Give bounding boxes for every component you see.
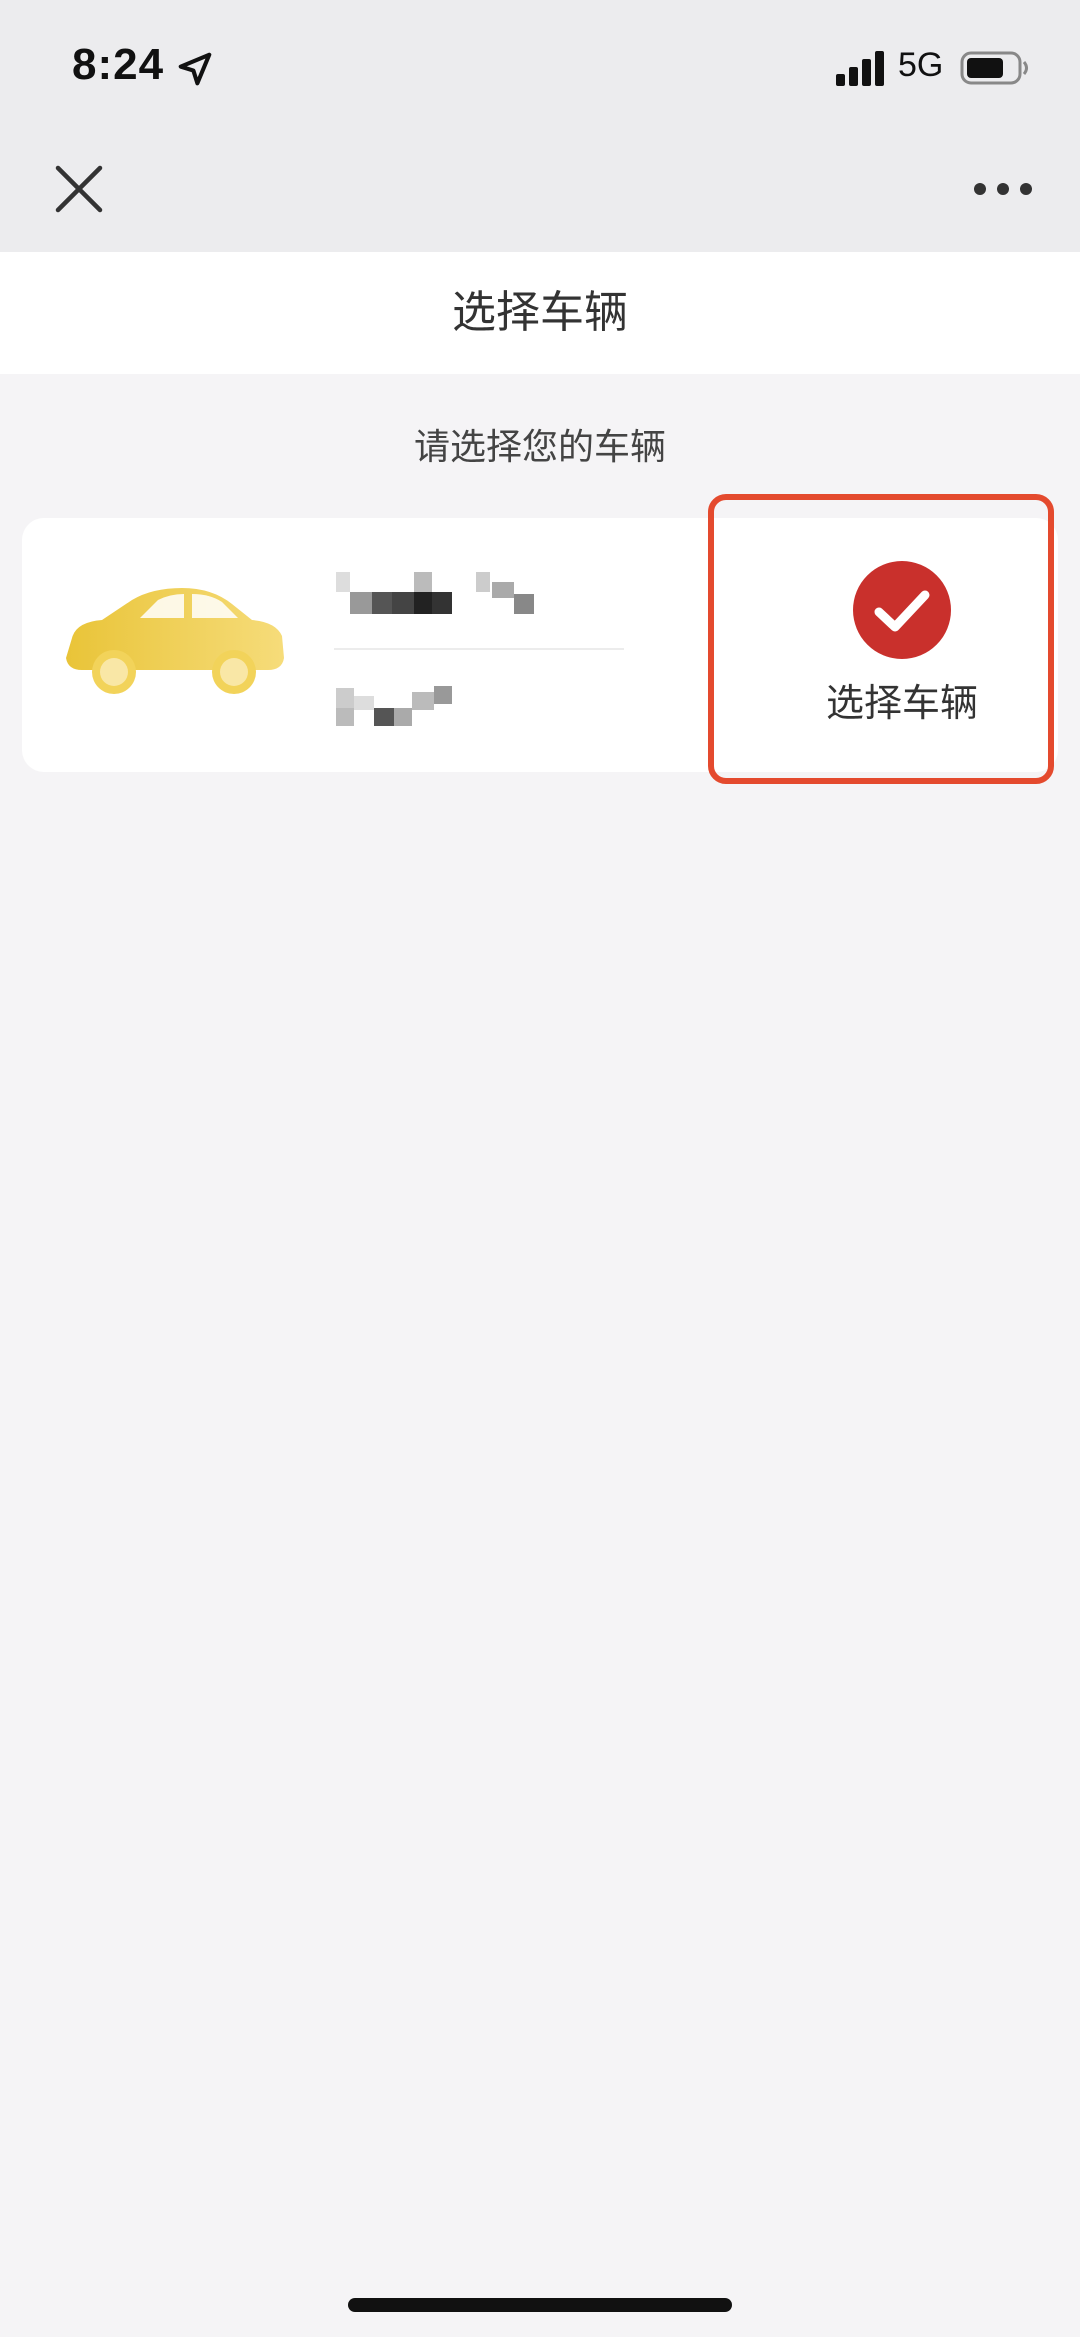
home-indicator	[348, 2298, 732, 2312]
status-time: 8:24	[72, 40, 165, 89]
network-type: 5G	[898, 46, 944, 84]
page-subtitle: 请选择您的车辆	[413, 427, 666, 468]
battery-icon	[960, 51, 1028, 85]
page-title: 选择车辆	[452, 287, 628, 338]
car-icon	[66, 588, 284, 694]
checkmark-circle-icon	[853, 561, 951, 659]
app-screen: 8:24 5G 选择车辆 请选择您的车辆 选择车辆	[0, 0, 1080, 2337]
select-vehicle-label: 选择车辆	[826, 681, 979, 725]
card-divider	[334, 648, 624, 650]
title-bar: 选择车辆	[0, 252, 1080, 374]
vehicle-model-redacted	[336, 686, 452, 726]
nav-bar	[0, 130, 1080, 252]
location-arrow-icon	[178, 52, 212, 86]
more-options-icon[interactable]	[970, 170, 1036, 208]
plate-number-redacted	[336, 572, 534, 614]
signal-strength-icon	[836, 51, 884, 86]
close-icon[interactable]	[50, 160, 108, 218]
